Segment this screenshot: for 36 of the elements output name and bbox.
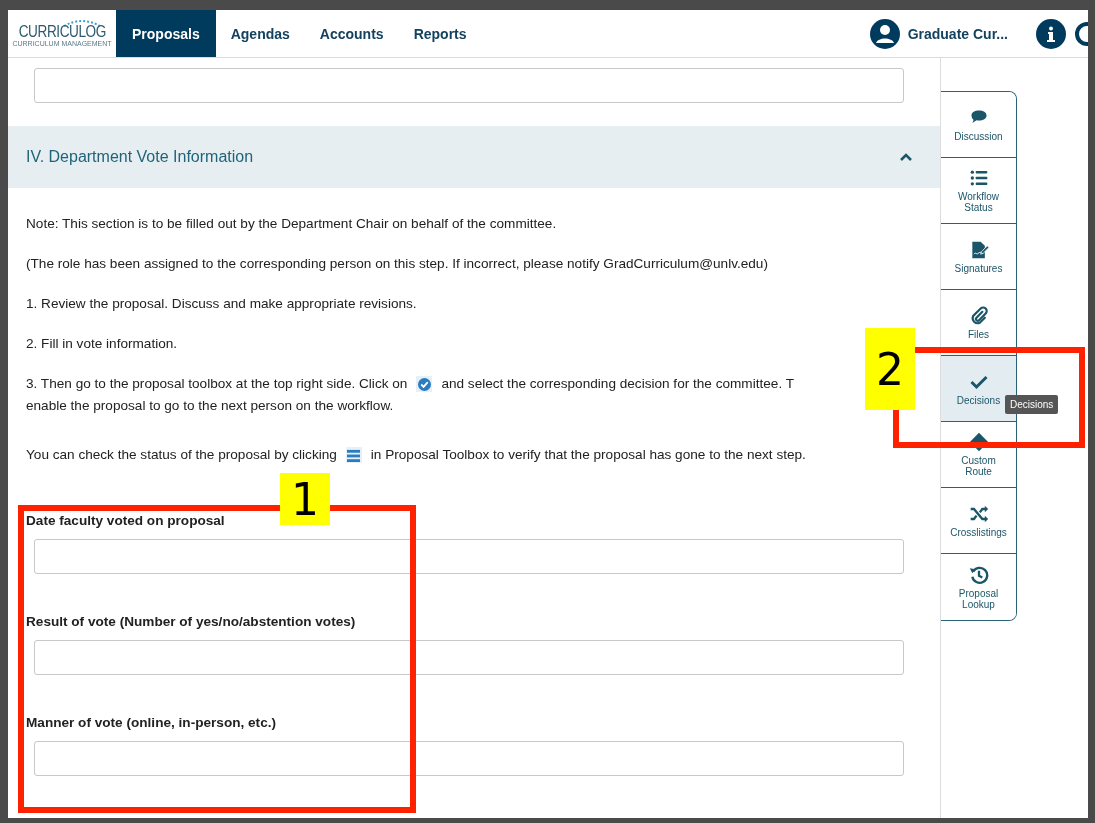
annotation-number: 2 — [865, 328, 915, 410]
shuffle-icon — [968, 503, 989, 524]
list-icon — [968, 168, 989, 188]
instruction-text: 3. Then go to the proposal toolbox at the top right side. Click on — [26, 375, 408, 393]
nav-tab[interactable]: Agendas — [215, 10, 305, 57]
nav-tab[interactable]: Reports — [398, 10, 482, 57]
instruction-text: 2. Fill in vote information. — [26, 335, 178, 353]
nav-tab[interactable]: Proposals — [116, 10, 216, 57]
instruction-text: in Proposal Toolbox to verify that the proposal has gone to the next step. — [370, 446, 806, 464]
toolbox-tab[interactable]: Discussion — [941, 92, 1016, 158]
instruction-text: 1. Review the proposal. Discuss and make appropriate revisions. — [26, 295, 417, 313]
instruction-text: enable the proposal to go to the next person on the workflow. — [26, 397, 395, 415]
tooltip: Decisions — [1005, 395, 1059, 414]
instruction-text: and select the corresponding decision for the committee. T — [441, 375, 794, 393]
collapse-chevron-icon[interactable] — [900, 153, 912, 161]
field-label: Result of vote (Number of yes/no/abstention votes) — [26, 614, 357, 629]
history-icon — [968, 564, 989, 585]
instruction-text: (The role has been assigned to the corresponding person on this step. If incorrect, please notify GradCurriculum@unlv.edu) — [26, 255, 768, 273]
list-icon — [345, 447, 362, 463]
instruction-text: You can check the status of the proposal by clicking — [26, 446, 337, 464]
input-field[interactable] — [34, 741, 904, 776]
input-field[interactable] — [34, 539, 904, 574]
section-title: IV. Department Vote Information — [26, 148, 254, 166]
user-avatar-icon — [869, 18, 900, 49]
user-menu[interactable]: Graduate Cur... — [863, 10, 1014, 57]
section-header[interactable]: IV. Department Vote Information — [8, 126, 940, 188]
nav-tab[interactable]: Accounts — [304, 10, 399, 57]
info-icon[interactable] — [1036, 18, 1066, 49]
field-label: Date faculty voted on proposal — [26, 513, 226, 528]
instruction-text: Note: This section is to be filled out by the Department Chair on behalf of the committee. — [26, 215, 557, 233]
annotation-number: 1 — [280, 473, 330, 525]
input-field[interactable] — [34, 640, 904, 675]
input-field[interactable] — [34, 68, 904, 103]
diamond-icon — [968, 432, 989, 452]
check-circle-icon — [416, 376, 433, 392]
field-label: Manner of vote (online, in-person, etc.) — [26, 715, 277, 730]
